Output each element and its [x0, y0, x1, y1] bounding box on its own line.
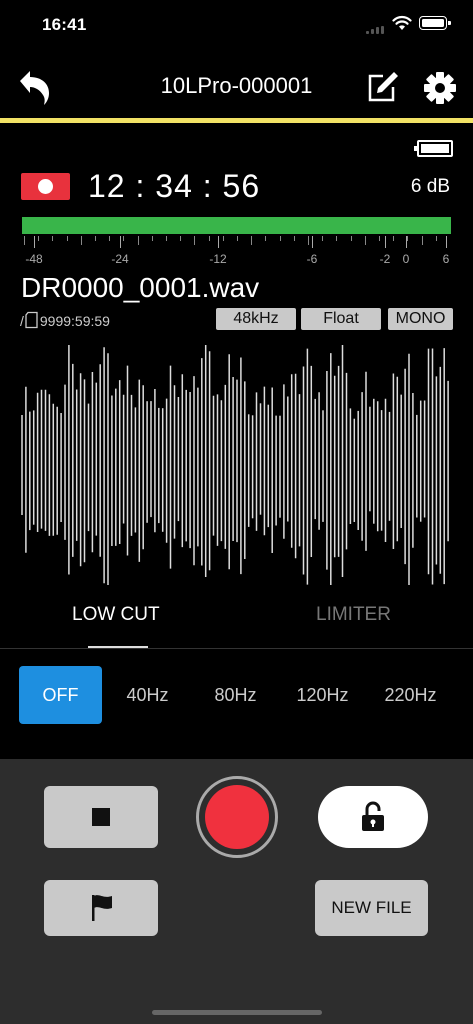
meter-tick-major	[34, 236, 35, 248]
meter-tick-major	[406, 236, 407, 248]
meter-tick	[194, 236, 196, 245]
home-indicator[interactable]	[152, 1010, 322, 1015]
meter-scale-label: -2	[379, 252, 391, 266]
gear-icon	[424, 72, 456, 104]
wifi-icon	[392, 15, 412, 30]
meter-tick	[251, 236, 253, 245]
meter-tick	[421, 236, 423, 245]
meter-scale-label: -48	[25, 252, 43, 266]
edit-button[interactable]	[364, 69, 400, 105]
header: 10LPro-000001	[0, 60, 473, 116]
phone-battery-icon	[419, 16, 451, 30]
meter-tick	[137, 236, 139, 245]
meter-tick	[208, 236, 210, 241]
file-name: DR0000_0001.wav	[21, 272, 260, 303]
meter-tick	[52, 236, 54, 241]
low-cut-option-80hz[interactable]: 80Hz	[194, 666, 277, 724]
tab-limiter[interactable]: LIMITER	[316, 604, 391, 626]
low-cut-option-40hz[interactable]: 40Hz	[106, 666, 189, 724]
meter-tick-major	[120, 236, 121, 248]
meter-tick	[123, 236, 125, 241]
tab-low-cut[interactable]: LOW CUT	[72, 604, 160, 626]
sample-rate-badge: 48kHz	[216, 308, 296, 330]
meter-tick	[222, 236, 224, 241]
meter-tick	[393, 236, 395, 241]
meter-scale-label: -6	[306, 252, 318, 266]
cellular-signal-icon	[366, 26, 386, 34]
meter-tick	[151, 236, 153, 241]
remaining-time: /9999:59:59	[20, 311, 110, 329]
meter-tick	[407, 236, 409, 241]
meter-scale-label: -12	[209, 252, 227, 266]
low-cut-option-220hz[interactable]: 220Hz	[369, 666, 452, 724]
meter-tick	[265, 236, 267, 241]
meter-tick	[237, 236, 238, 241]
sd-card-icon	[25, 311, 38, 329]
tab-divider	[0, 648, 473, 649]
meter-tick	[379, 236, 380, 241]
status-bar: 16:41	[0, 0, 473, 54]
meter-tick	[166, 236, 167, 241]
meter-tick	[293, 236, 295, 241]
gain-value: 6 dB	[410, 176, 450, 197]
meter-tick	[308, 236, 309, 245]
meter-scale-label: -24	[111, 252, 129, 266]
stop-icon	[92, 808, 110, 826]
level-meter-bar	[22, 217, 451, 234]
meter-tick	[95, 236, 96, 241]
remaining-time-value: 9999:59:59	[39, 313, 110, 329]
channel-badge: MONO	[388, 308, 453, 330]
meter-tick	[38, 236, 40, 241]
waveform-display	[21, 345, 449, 585]
stop-button[interactable]	[44, 786, 158, 848]
meter-tick-major	[385, 236, 386, 248]
meter-tick	[24, 236, 25, 245]
meter-tick	[350, 236, 352, 241]
meter-tick	[364, 236, 366, 245]
battery-icon	[414, 140, 453, 157]
unlock-icon	[362, 801, 384, 831]
meter-tick-major	[218, 236, 219, 248]
record-button[interactable]	[196, 776, 278, 858]
low-cut-option-off[interactable]: OFF	[19, 666, 102, 724]
mark-button[interactable]	[44, 880, 158, 936]
meter-tick-major	[446, 236, 447, 248]
meter-tick	[336, 236, 338, 241]
record-status-indicator	[21, 173, 70, 200]
edit-icon	[368, 72, 398, 102]
elapsed-time: 12 : 34 : 56	[88, 168, 261, 204]
level-meter-scale: -48 -24 -12 -6 -2 0 6	[0, 236, 473, 272]
lock-button[interactable]	[318, 786, 428, 848]
meter-tick	[109, 236, 111, 241]
settings-button[interactable]	[422, 70, 458, 106]
accent-divider	[0, 118, 473, 123]
status-time: 16:41	[42, 15, 87, 34]
meter-tick	[435, 236, 437, 241]
meter-scale-label: 6	[442, 252, 450, 266]
meter-scale-label: 0	[402, 252, 410, 266]
meter-tick	[80, 236, 82, 245]
page-title: 10LPro-000001	[160, 73, 313, 98]
meter-tick	[66, 236, 68, 241]
record-icon	[205, 785, 269, 849]
flag-icon	[92, 895, 112, 921]
low-cut-option-120hz[interactable]: 120Hz	[281, 666, 364, 724]
bit-depth-badge: Float	[301, 308, 381, 330]
meter-tick	[279, 236, 281, 241]
meter-tick-major	[312, 236, 313, 248]
new-file-button[interactable]: NEW FILE	[315, 880, 428, 936]
meter-tick	[322, 236, 324, 241]
meter-tick	[180, 236, 182, 241]
